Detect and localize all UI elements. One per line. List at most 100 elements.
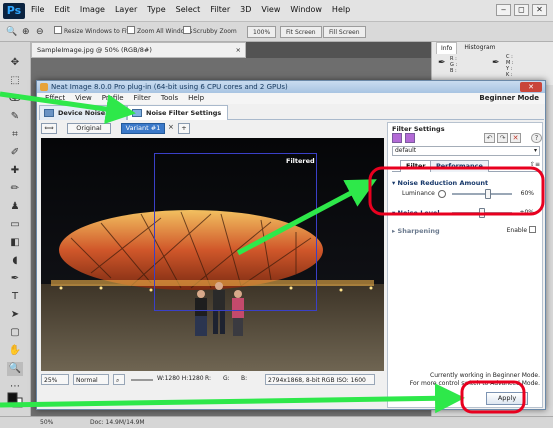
path-select-tool-icon[interactable]: ➤ — [7, 308, 23, 322]
menu-filter-ni[interactable]: Filter — [134, 93, 151, 104]
zoom-in-icon[interactable]: ⊕ — [22, 26, 30, 38]
blur-tool-icon[interactable]: ◖ — [7, 254, 23, 268]
noise-filter-icon — [132, 109, 142, 117]
quick-select-tool-icon[interactable]: ✎ — [7, 110, 23, 124]
type-tool-icon[interactable]: T — [7, 290, 23, 304]
tab-filter[interactable]: Filter — [400, 160, 432, 172]
menu-tools[interactable]: Tools — [161, 93, 178, 104]
eyedropper-tool-icon[interactable]: ✐ — [7, 146, 23, 160]
menu-profile[interactable]: Profile — [102, 93, 124, 104]
menu-view-ni[interactable]: View — [75, 93, 92, 104]
save-preset-icon[interactable] — [405, 133, 415, 143]
zoom-tool-panel-icon[interactable]: 🔍 — [7, 362, 23, 376]
color-swatch-icon[interactable] — [7, 392, 23, 408]
menu-effect[interactable]: Effect — [45, 93, 65, 104]
menu-layer[interactable]: Layer — [115, 5, 137, 14]
hand-tool-icon[interactable]: ✋ — [7, 344, 23, 358]
status-zoom[interactable]: 50% — [40, 417, 53, 428]
menu-window[interactable]: Window — [290, 5, 322, 14]
original-button[interactable]: Original — [67, 123, 111, 134]
menu-file[interactable]: File — [31, 5, 44, 14]
zoom-out-icon[interactable]: ⊖ — [36, 26, 44, 38]
zoom-select[interactable]: 25% — [41, 374, 69, 385]
neat-image-menu: Effect View Profile Filter Tools Help — [37, 93, 545, 104]
status-bar: 50% Doc: 14.9M/14.9M — [0, 416, 553, 428]
lasso-tool-icon[interactable]: ↂ — [7, 92, 23, 106]
tab-histogram[interactable]: Histogram — [460, 42, 499, 54]
green-readout: G: — [223, 375, 230, 382]
menu-image[interactable]: Image — [80, 5, 105, 14]
menu-help[interactable]: Help — [332, 5, 350, 14]
filter-region-box[interactable] — [154, 153, 317, 311]
magnifier-icon[interactable]: ⌕ — [113, 374, 125, 385]
mode-label[interactable]: Beginner Mode — [479, 93, 539, 104]
brush-tool-icon[interactable]: ✏ — [7, 182, 23, 196]
compare-icon[interactable]: ⟺ — [41, 123, 57, 134]
neat-close-icon[interactable]: ✕ — [520, 82, 542, 92]
restore-icon[interactable]: ◻ — [514, 4, 529, 16]
view-bar: ⟺ Original Variant #1 × + — [41, 122, 371, 136]
close-icon[interactable]: ✕ — [532, 4, 547, 16]
variant-button[interactable]: Variant #1 — [121, 123, 165, 134]
shape-tool-icon[interactable]: ▢ — [7, 326, 23, 340]
sharpening-section[interactable]: ▸ Sharpening — [392, 227, 440, 235]
fill-screen-button[interactable]: Fill Screen — [323, 26, 366, 38]
document-tab[interactable]: SampleImage.jpg @ 50% (RGB/8#) × — [31, 42, 246, 58]
noise-level-row: +0% — [402, 208, 542, 218]
mode-note-line1: Currently working in Beginner Mode. — [430, 372, 540, 379]
noise-reduction-section[interactable]: ▾ Noise Reduction Amount — [392, 179, 488, 187]
healing-tool-icon[interactable]: ✚ — [7, 164, 23, 178]
redo-icon[interactable]: ↷ — [497, 133, 508, 143]
pen-tool-icon[interactable]: ✒ — [7, 272, 23, 286]
add-variant-button[interactable]: + — [178, 123, 190, 134]
zoom-100-button[interactable]: 100% — [247, 26, 277, 38]
luminance-toggle[interactable] — [438, 190, 446, 198]
tab-info[interactable]: Info — [436, 42, 458, 54]
filter-settings-panel: Filter Settings ↶ ↷ ✕ ? default ▾ Filter… — [387, 122, 543, 408]
menu-edit[interactable]: Edit — [54, 5, 70, 14]
apply-button[interactable]: Apply — [486, 392, 528, 405]
eraser-tool-icon[interactable]: ▭ — [7, 218, 23, 232]
menu-type[interactable]: Type — [147, 5, 165, 14]
scrubby-zoom-checkbox[interactable]: Scrubby Zoom — [183, 26, 237, 38]
tab-device-noise[interactable]: Device Noise Pro — [39, 105, 127, 120]
zoom-tool-icon[interactable]: 🔍 — [6, 26, 17, 38]
help-icon[interactable]: ? — [531, 133, 542, 143]
noise-level-slider-thumb[interactable] — [479, 208, 485, 218]
crop-tool-icon[interactable]: ⌗ — [7, 128, 23, 142]
menu-3d[interactable]: 3D — [240, 5, 251, 14]
info-cmyk: C : M : Y : K : — [506, 54, 514, 78]
close-variant-icon[interactable]: × — [168, 123, 174, 131]
open-preset-icon[interactable] — [392, 133, 402, 143]
gradient-tool-icon[interactable]: ◧ — [7, 236, 23, 250]
close-document-icon[interactable]: × — [236, 43, 241, 57]
minimize-icon[interactable]: ‒ — [496, 4, 511, 16]
menu-select[interactable]: Select — [176, 5, 201, 14]
preview-image[interactable]: Filtered — [41, 138, 384, 371]
clone-tool-icon[interactable]: ♟ — [7, 200, 23, 214]
neat-image-app-icon — [40, 83, 48, 91]
marquee-tool-icon[interactable]: ⬚ — [7, 74, 23, 88]
menu-filter[interactable]: Filter — [210, 5, 230, 14]
view-mode-select[interactable]: Normal — [73, 374, 109, 385]
photoshop-menu: File Edit Image Layer Type Select Filter… — [31, 5, 350, 14]
move-tool-icon[interactable]: ✥ — [7, 56, 23, 70]
menu-view[interactable]: View — [261, 5, 280, 14]
tab-noise-filter[interactable]: Noise Filter Settings — [127, 105, 229, 120]
luminance-slider-thumb[interactable] — [485, 189, 491, 199]
options-bar: 🔍 ⊕ ⊖ Resize Windows to Fit Zoom All Win… — [0, 22, 553, 42]
preset-select[interactable]: default ▾ — [392, 146, 540, 156]
sharpening-enable[interactable]: Enable — [507, 226, 536, 234]
fit-screen-button[interactable]: Fit Screen — [280, 26, 322, 38]
panel-options-icon[interactable]: ⇧≡ — [530, 161, 540, 168]
zoom-slider[interactable] — [131, 379, 153, 381]
tab-performance[interactable]: Performance — [430, 160, 489, 172]
reset-icon[interactable]: ✕ — [510, 133, 521, 143]
neat-image-titlebar[interactable]: Neat Image 8.0.0 Pro plug-in (64-bit usi… — [37, 81, 545, 93]
undo-icon[interactable]: ↶ — [484, 133, 495, 143]
image-status-bar: 25% Normal ⌕ W:1280 H:1280 R: G: B: 2794… — [41, 373, 384, 387]
luminance-slider[interactable] — [452, 193, 512, 195]
menu-help-ni[interactable]: Help — [188, 93, 204, 104]
enable-checkbox[interactable] — [529, 226, 536, 233]
resize-windows-checkbox[interactable]: Resize Windows to Fit — [54, 26, 129, 38]
